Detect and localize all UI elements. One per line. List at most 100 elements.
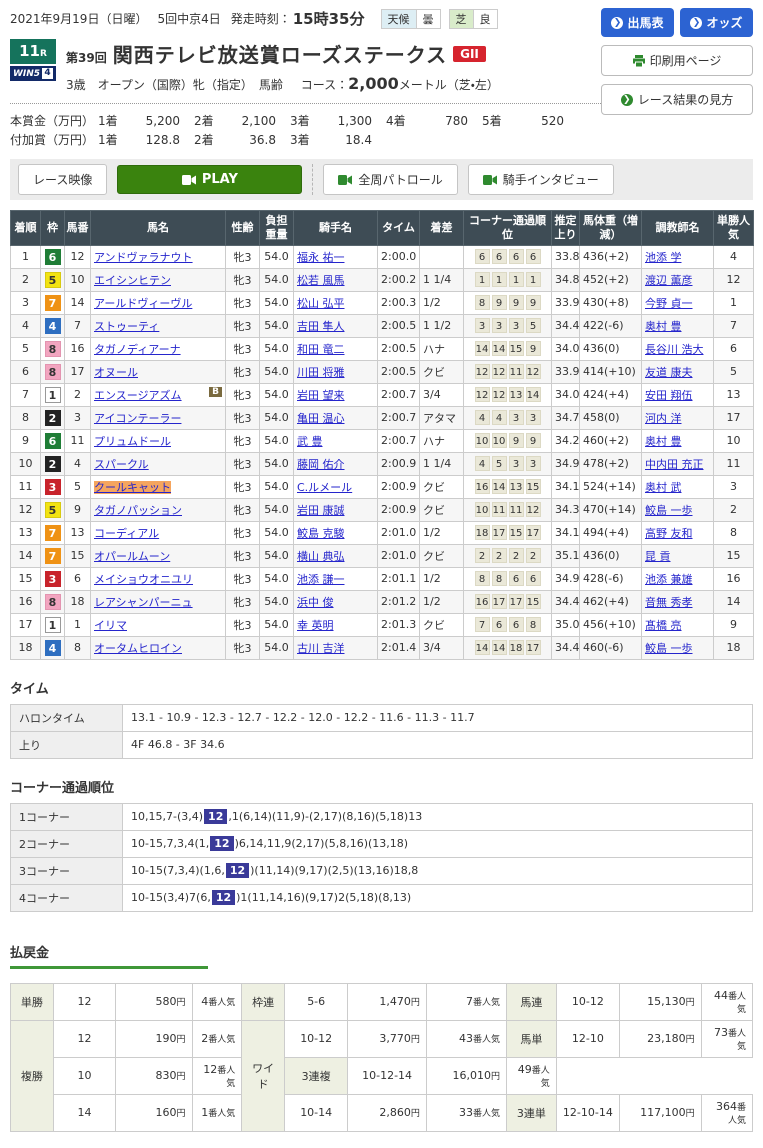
trainer-link[interactable]: 奥村 武: [645, 481, 682, 494]
payout-amt: 160円: [115, 1093, 193, 1132]
jockey-link[interactable]: 横山 典弘: [297, 550, 345, 563]
jockey-link[interactable]: 鮫島 克駿: [297, 527, 345, 540]
jockey-cell: 吉田 隼人: [293, 313, 378, 338]
trainer-link[interactable]: 鮫島 一歩: [645, 642, 693, 655]
trainer-link[interactable]: 奥村 豊: [645, 435, 682, 448]
jockey-link[interactable]: 藤岡 佑介: [297, 458, 345, 471]
jockey-link[interactable]: 幸 英明: [297, 619, 334, 632]
horse-number: 16: [64, 336, 91, 361]
how-to-read-button[interactable]: ❯ レース結果の見方: [601, 84, 753, 115]
body-weight: 470(+14): [579, 497, 642, 522]
table-row: 単勝 12 580円 4番人気 枠連 5-6 1,470円 7番人気 馬連 10-12 15,130…: [10, 982, 754, 1021]
corner-position: 3: [508, 456, 524, 472]
horse-name-link[interactable]: メイショウオニユリ: [94, 573, 193, 586]
jockey-link[interactable]: 亀田 温心: [297, 412, 345, 425]
finish-time: 2:01.4: [377, 635, 420, 660]
jockey-link[interactable]: 吉田 隼人: [297, 320, 345, 333]
trainer-link[interactable]: 友道 康夫: [645, 366, 693, 379]
trainer-link[interactable]: 鮫島 一歩: [645, 504, 693, 517]
horse-name-link[interactable]: イリマ: [94, 619, 127, 632]
horse-name-link[interactable]: エンスージアズム: [94, 389, 182, 402]
jockey-cell: 福永 祐一: [293, 244, 378, 269]
table-row: 3 7 14 アールドヴィーヴル 牝3 54.0 松山 弘平 2:00.3 1/2 8 9 9 9 33.…: [10, 290, 754, 315]
horse-number: 15: [64, 543, 91, 568]
frame-number: 4: [44, 639, 61, 656]
corner-position: 5: [491, 456, 507, 472]
jockey-link[interactable]: 松山 弘平: [297, 297, 345, 310]
trainer-link[interactable]: 渡辺 薫彦: [645, 274, 693, 287]
horse-name-link[interactable]: オータムヒロイン: [94, 642, 182, 655]
horse-name-cell: オータムヒロイン: [90, 635, 226, 660]
trainer-link[interactable]: 中内田 充正: [645, 458, 704, 471]
jockey-link[interactable]: 岩田 望来: [297, 389, 345, 402]
condition-badges: 天候 曇 芝 良: [380, 8, 506, 29]
trainer-link[interactable]: 音無 秀孝: [645, 596, 693, 609]
trainer-link[interactable]: 池添 兼雄: [645, 573, 693, 586]
entry-table-button[interactable]: ❯ 出馬表: [601, 8, 674, 37]
prize-label: 本賞金（万円）: [10, 114, 95, 128]
jockey-link[interactable]: 浜中 俊: [297, 596, 334, 609]
trainer-link[interactable]: 安田 翔伍: [645, 389, 693, 402]
table-row: 上り 4F 46.8 - 3F 34.6: [10, 730, 753, 759]
jockey-cell: 浜中 俊: [293, 589, 378, 614]
jockey-link[interactable]: 川田 将雅: [297, 366, 345, 379]
corner-row-value: 10-15,7,3,4(1, 12)6,14,11,9(2,17)(5,8,16)…: [122, 829, 753, 858]
horse-name-link[interactable]: アールドヴィーヴル: [94, 297, 192, 310]
play-button[interactable]: PLAY: [117, 165, 303, 195]
horse-name-link[interactable]: タガノパッション: [94, 504, 182, 517]
corner-position: 17: [491, 594, 507, 610]
jockey-link[interactable]: 和田 竜二: [297, 343, 345, 356]
trainer-link[interactable]: 長谷川 浩大: [645, 343, 704, 356]
jockey-link[interactable]: 古川 吉洋: [297, 642, 345, 655]
horse-name-link[interactable]: スパークル: [94, 458, 149, 471]
margin: 3/4: [419, 635, 464, 660]
trainer-cell: 友道 康夫: [641, 359, 714, 384]
trainer-link[interactable]: 髙橋 亮: [645, 619, 682, 632]
prize-row: 付加賞（万円） 1着 128.8 2着 36.8 3着 18.4: [10, 131, 753, 150]
payout-sel: 5-6: [284, 982, 349, 1021]
payout-table: 単勝 12 580円 4番人気 枠連 5-6 1,470円 7番人気 馬連 10-12 15,130…: [10, 982, 754, 1132]
body-weight: 460(-6): [579, 635, 642, 660]
horse-name-link[interactable]: エイシンヒテン: [94, 274, 171, 287]
horse-name-link[interactable]: オヌール: [94, 366, 138, 379]
corner-position: 10: [491, 433, 507, 449]
trainer-link[interactable]: 高野 友和: [645, 527, 693, 540]
trainer-link[interactable]: 河内 洋: [645, 412, 682, 425]
horse-name-link[interactable]: オパールムーン: [94, 550, 170, 563]
jockey-link[interactable]: C.ルメール: [297, 481, 352, 494]
corner-position: 9: [525, 433, 541, 449]
horse-name-link[interactable]: タガノディアーナ: [94, 343, 181, 356]
trainer-link[interactable]: 今野 貞一: [645, 297, 693, 310]
print-page-button[interactable]: 印刷用ページ: [601, 45, 753, 76]
finish-time: 2:00.2: [377, 267, 420, 292]
trainer-link[interactable]: 奥村 豊: [645, 320, 682, 333]
corner-position: 4: [491, 410, 507, 426]
unit-suffix: 円: [410, 1035, 420, 1046]
jockey-interview-button[interactable]: 騎手インタビュー: [467, 164, 614, 196]
patrol-video-button[interactable]: 全周パトロール: [323, 164, 458, 196]
horse-name-link[interactable]: プリュムドール: [94, 435, 171, 448]
horse-name-link[interactable]: アイコンテーラー: [94, 412, 181, 425]
trainer-link[interactable]: 池添 学: [645, 251, 682, 264]
time-row-label: 上り: [10, 730, 123, 759]
unit-suffix: 番人気: [473, 1109, 501, 1120]
horse-number: 10: [64, 267, 91, 292]
horse-name-link[interactable]: レアシャンパーニュ: [94, 596, 193, 609]
trainer-link[interactable]: 昆 貢: [645, 550, 671, 563]
table-row: 14 7 15 オパールムーン 牝3 54.0 横山 典弘 2:01.0 クビ 2 2 2 2 35.1 4…: [10, 543, 754, 568]
horse-name-link[interactable]: ストゥーティ: [94, 320, 159, 333]
horse-name-link[interactable]: アンドヴァラナウト: [94, 251, 193, 264]
horse-name-link[interactable]: コーディアル: [94, 527, 159, 540]
jockey-link[interactable]: 松若 風馬: [297, 274, 345, 287]
time-row-label: ハロンタイム: [10, 703, 123, 732]
jockey-link[interactable]: 武 豊: [297, 435, 323, 448]
win-popularity: 15: [713, 543, 754, 568]
jockey-link[interactable]: 池添 謙一: [297, 573, 345, 586]
race-video-button[interactable]: レース映像: [18, 164, 108, 196]
jockey-link[interactable]: 福永 祐一: [297, 251, 345, 264]
blinker-badge: B: [209, 386, 222, 397]
time-row-value: 13.1 - 10.9 - 12.3 - 12.7 - 12.2 - 12.0 …: [122, 703, 753, 732]
odds-button[interactable]: ❯ オッズ: [680, 8, 753, 37]
jockey-link[interactable]: 岩田 康誠: [297, 504, 345, 517]
horse-name-link[interactable]: クールキャット: [94, 480, 171, 494]
